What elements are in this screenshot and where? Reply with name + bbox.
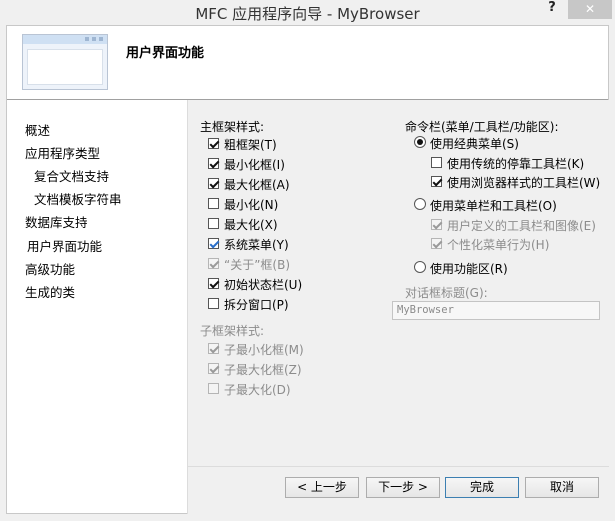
prev-button[interactable]: < 上一步 [285,477,359,498]
nav-item-ui-features[interactable]: 用户界面功能 [27,236,102,255]
button-bar: < 上一步 下一步 > 完成 取消 [187,466,609,514]
nav-item-generated-classes[interactable]: 生成的类 [25,282,75,301]
command-bar-label: 命令栏(菜单/工具栏/功能区): [405,120,559,134]
dialog-title-label: 对话框标题(G): [405,286,488,300]
title-bar: MFC 应用程序向导 - MyBrowser ? ✕ [0,0,615,24]
next-button[interactable]: 下一步 > [366,477,440,498]
nav-item-app-type[interactable]: 应用程序类型 [25,143,100,162]
window-preview-icon [22,34,108,90]
help-button[interactable]: ? [545,0,559,18]
wizard-frame: 用户界面功能 概述 应用程序类型 复合文档支持 文档模板字符串 数据库支持 用户… [6,25,609,514]
wizard-nav: 概述 应用程序类型 复合文档支持 文档模板字符串 数据库支持 用户界面功能 高级… [7,100,186,513]
cancel-button[interactable]: 取消 [525,477,599,498]
wizard-header: 用户界面功能 [7,26,608,100]
finish-button[interactable]: 完成 [445,477,519,498]
nav-item-doc-template[interactable]: 文档模板字符串 [34,189,122,208]
nav-item-overview[interactable]: 概述 [25,120,50,139]
nav-item-advanced[interactable]: 高级功能 [25,259,75,278]
window-title: MFC 应用程序向导 - MyBrowser [195,5,420,23]
close-button[interactable]: ✕ [568,0,612,19]
dialog-title-input: MyBrowser [392,301,600,320]
main-frame-label: 主框架样式: [200,120,265,134]
options-panel: 主框架样式: 粗框架(T) 最小化框(I) 最大化框(A) 最小化(N) 最大化… [187,100,609,466]
page-title: 用户界面功能 [126,46,205,61]
nav-item-compound-doc[interactable]: 复合文档支持 [34,166,109,185]
nav-item-database[interactable]: 数据库支持 [25,212,88,231]
child-frame-label: 子框架样式: [200,324,265,338]
